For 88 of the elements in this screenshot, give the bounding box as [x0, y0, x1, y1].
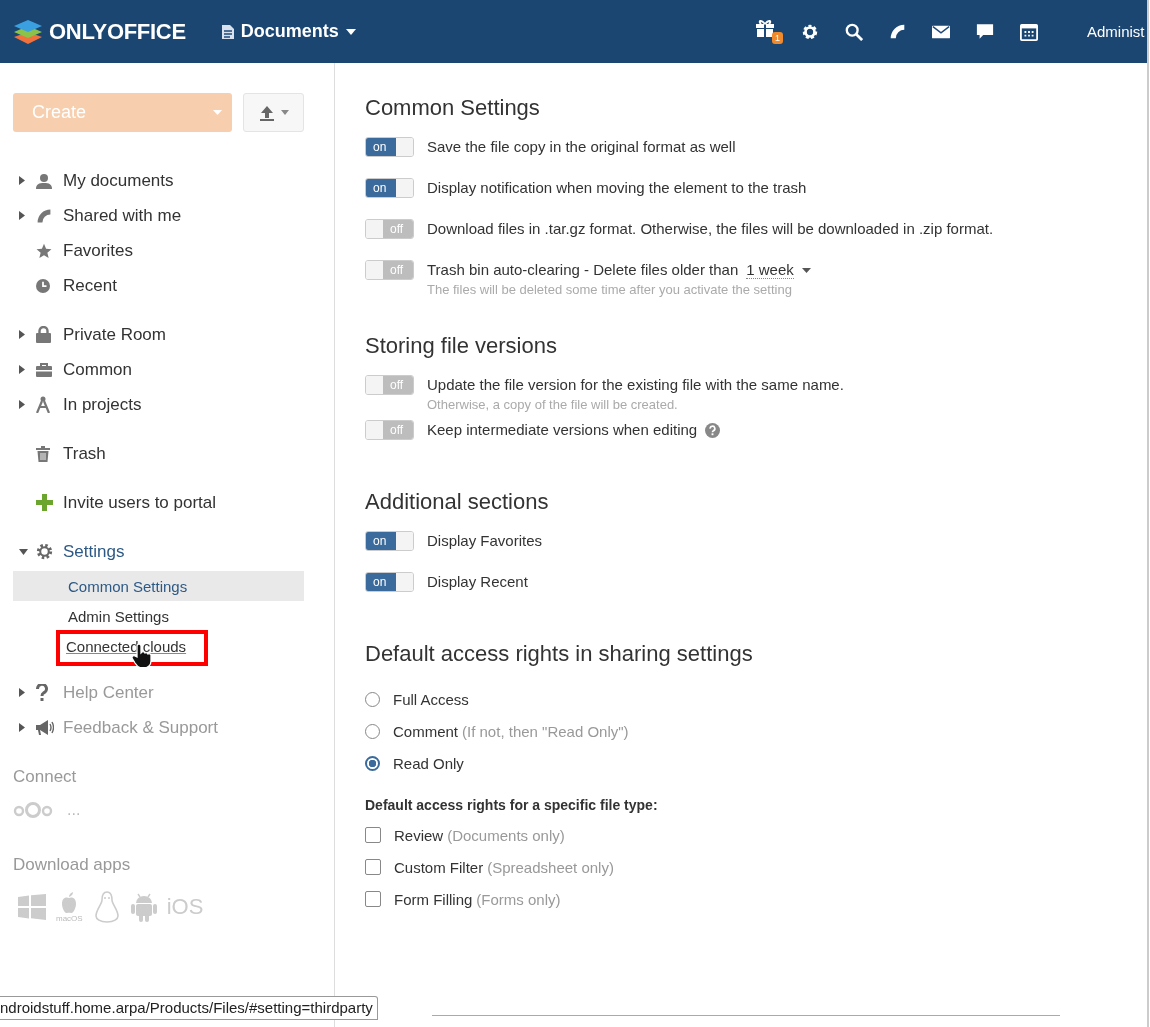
gift-icon [755, 19, 775, 37]
expand-arrow-icon[interactable] [19, 330, 25, 339]
nav-item[interactable]: My documents [13, 163, 304, 198]
settings-subitem[interactable]: Common Settings [13, 571, 304, 601]
expand-arrow-icon[interactable] [19, 211, 25, 220]
option-label: Full Access [393, 690, 469, 708]
setting-label: Save the file copy in the original format as well [427, 137, 736, 157]
notification-badge: 1 [772, 32, 783, 44]
caret-icon [280, 110, 289, 115]
toggle-switch[interactable]: on [365, 137, 414, 157]
module-menu[interactable]: Documents [221, 21, 356, 42]
section-title: Default access rights in sharing settings [365, 641, 754, 667]
caret-icon [801, 267, 811, 273]
megaphone-icon [36, 720, 54, 735]
user-name[interactable]: Administ [1087, 23, 1147, 40]
settings-subitem[interactable]: Admin Settings [13, 601, 304, 631]
chat-icon[interactable] [976, 23, 994, 40]
link[interactable]: Connected clouds [66, 638, 187, 655]
radio-option[interactable]: Full Access [365, 683, 1147, 715]
person-icon [36, 172, 52, 189]
calendar-icon[interactable] [1020, 22, 1038, 41]
radio-option[interactable]: Comment (If not, then "Read Only") [365, 715, 1147, 747]
nav-item[interactable]: Invite users to portal [13, 485, 304, 520]
expand-arrow-icon[interactable] [19, 176, 25, 185]
connect-heading: Connect [13, 767, 78, 787]
gear-icon [36, 543, 53, 560]
toggle-switch[interactable]: on [365, 531, 414, 551]
setting-label: Display Favorites [427, 531, 543, 551]
caret-icon [345, 28, 356, 35]
radio-button[interactable] [365, 755, 380, 771]
setting-label: Display Recent [427, 572, 528, 592]
settings-subitem[interactable]: Connected clouds [13, 631, 304, 661]
compass-icon [36, 396, 50, 413]
question-icon [36, 684, 48, 701]
collapse-arrow-icon[interactable] [19, 548, 28, 555]
period-dropdown[interactable]: 1 week [746, 261, 811, 279]
section-title: Additional sections [365, 489, 550, 515]
nav-item[interactable]: Recent [13, 268, 304, 303]
toggle-switch[interactable]: on [365, 178, 414, 198]
nav-item[interactable]: Settings [13, 534, 304, 569]
feed-icon [36, 207, 52, 224]
download-heading: Download apps [13, 855, 132, 875]
status-url: ndroidstuff.home.arpa/Products/Files/#setting=thirdparty [0, 996, 378, 1020]
option-label: Read Only [393, 754, 464, 772]
upload-icon [258, 104, 275, 121]
nav-item[interactable]: Private Room [13, 317, 304, 352]
toggle-switch[interactable]: on [365, 572, 414, 592]
nav-item[interactable]: Trash [13, 436, 304, 471]
checkbox[interactable] [365, 859, 381, 875]
plus-icon [36, 494, 53, 511]
expand-arrow-icon[interactable] [19, 365, 25, 374]
section-title: Common Settings [365, 95, 541, 121]
settings-icon[interactable] [801, 22, 819, 41]
feed-icon[interactable] [889, 23, 906, 40]
nav-item[interactable]: Shared with me [13, 198, 304, 233]
logo-text: ONLYOFFICE [49, 18, 186, 45]
setting-hint: Otherwise, a copy of the file will be created. [427, 397, 679, 412]
document-icon [221, 24, 234, 39]
upload-button[interactable] [243, 93, 304, 132]
search-icon[interactable] [845, 22, 863, 41]
section-title: Storing file versions [365, 333, 558, 359]
setting-label: Update the file version for the existing file with the same name. [427, 375, 844, 395]
setting-label: Keep intermediate versions when editing [427, 420, 698, 440]
setting-label: Download files in .tar.gz format. Otherwise, the files will be downloaded in .zip format. [427, 219, 994, 239]
caret-icon [213, 110, 223, 115]
briefcase-icon [36, 362, 52, 377]
setting-hint: The files will be deleted some time after you activate the setting [427, 282, 793, 297]
option-label: Review (Documents only) [394, 826, 565, 844]
expand-arrow-icon[interactable] [19, 400, 25, 409]
checkbox[interactable] [365, 827, 381, 843]
trash-icon [36, 445, 50, 462]
subheading: Default access rights for a specific file type: [365, 797, 659, 813]
option-label: Custom Filter (Spreadsheet only) [394, 858, 614, 876]
nav-item[interactable]: Common [13, 352, 304, 387]
nav-item[interactable]: In projects [13, 387, 304, 422]
setting-label: Display notification when moving the element to the trash [427, 178, 807, 198]
nav-item[interactable]: Favorites [13, 233, 304, 268]
clock-icon [36, 278, 50, 293]
option-label: Comment (If not, then "Read Only") [393, 722, 629, 740]
radio-option[interactable]: Read Only [365, 747, 1147, 779]
star-icon [36, 242, 52, 259]
mail-icon[interactable] [932, 24, 950, 39]
option-label: Form Filling (Forms only) [394, 890, 561, 908]
checkbox[interactable] [365, 891, 381, 907]
lock-icon [36, 326, 51, 343]
layers-logo-icon [13, 17, 43, 46]
help-icon[interactable] [705, 422, 721, 438]
setting-label: Trash bin auto-clearing - Delete files older than [427, 260, 739, 280]
